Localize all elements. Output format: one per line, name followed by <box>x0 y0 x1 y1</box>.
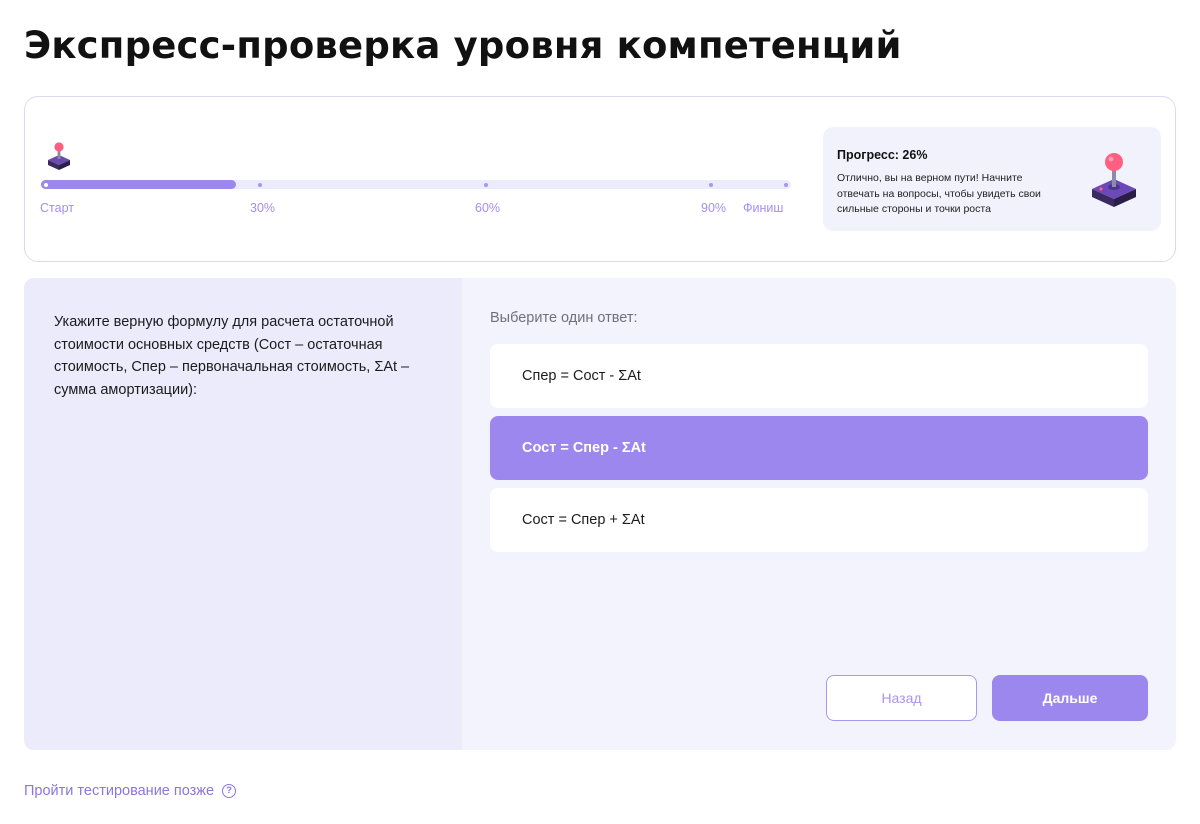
progress-card: Старт 30% 60% 90% Финиш Прогресс: 26% От… <box>24 96 1176 262</box>
answer-option-2[interactable]: Сост = Спер - ΣAt <box>490 416 1148 480</box>
track-dot-90 <box>709 182 713 187</box>
question-text: Укажите верную формулу для расчета остат… <box>54 314 410 399</box>
answer-option-3[interactable]: Сост = Спер + ΣAt <box>490 488 1148 552</box>
next-button[interactable]: Дальше <box>992 675 1148 721</box>
track-label-30: 30% <box>250 201 276 215</box>
track-label-finish: Финиш <box>743 201 784 215</box>
progress-title: Прогресс: 26% <box>837 148 928 162</box>
track-dot-start <box>44 182 48 187</box>
joystick-marker-icon <box>48 142 70 170</box>
question-circle-icon[interactable]: ? <box>222 784 237 798</box>
track-dot-30 <box>258 182 262 187</box>
track-dot-60 <box>484 182 488 187</box>
progress-track <box>41 180 791 189</box>
page-title: Экспресс-проверка уровня компетенций <box>24 24 902 67</box>
back-button[interactable]: Назад <box>826 675 977 721</box>
progress-info-box: Прогресс: 26% Отлично, вы на верном пути… <box>823 127 1161 231</box>
take-later-link[interactable]: Пройти тестирование позже ? <box>24 783 237 799</box>
answer-option-1[interactable]: Спер = Сост - ΣAt <box>490 344 1148 408</box>
track-label-start: Старт <box>40 201 74 215</box>
joystick-icon <box>1092 153 1136 207</box>
quiz-panel: Укажите верную формулу для расчета остат… <box>24 278 1176 750</box>
progress-track-fill <box>41 180 236 189</box>
take-later-label: Пройти тестирование позже <box>24 783 215 799</box>
progress-text: Отлично, вы на верном пути! Начните отве… <box>837 172 1041 215</box>
track-dot-finish <box>784 182 788 187</box>
answers-hint: Выберите один ответ: <box>490 310 638 326</box>
track-label-60: 60% <box>475 201 501 215</box>
question-side: Укажите верную формулу для расчета остат… <box>24 278 462 750</box>
track-label-90: 90% <box>701 201 727 215</box>
